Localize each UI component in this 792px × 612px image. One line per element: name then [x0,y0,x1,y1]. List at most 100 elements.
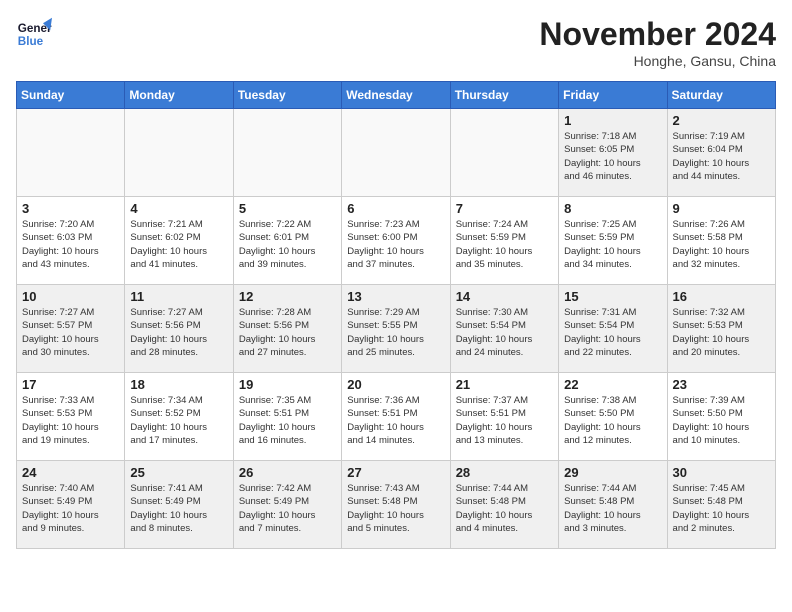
day-info: Sunrise: 7:43 AM Sunset: 5:48 PM Dayligh… [347,482,444,535]
day-number: 15 [564,289,661,304]
day-info: Sunrise: 7:23 AM Sunset: 6:00 PM Dayligh… [347,218,444,271]
day-number: 29 [564,465,661,480]
day-cell: 9 Sunrise: 7:26 AM Sunset: 5:58 PM Daylig… [667,197,775,285]
day-number: 28 [456,465,553,480]
day-cell: 13 Sunrise: 7:29 AM Sunset: 5:55 PM Dayli… [342,285,450,373]
day-number: 13 [347,289,444,304]
day-cell [450,109,558,197]
day-number: 7 [456,201,553,216]
day-cell: 30 Sunrise: 7:45 AM Sunset: 5:48 PM Dayli… [667,461,775,549]
day-cell: 5 Sunrise: 7:22 AM Sunset: 6:01 PM Daylig… [233,197,341,285]
day-cell: 26 Sunrise: 7:42 AM Sunset: 5:49 PM Dayli… [233,461,341,549]
month-title: November 2024 [539,16,776,53]
day-info: Sunrise: 7:27 AM Sunset: 5:56 PM Dayligh… [130,306,227,359]
day-cell: 17 Sunrise: 7:33 AM Sunset: 5:53 PM Dayli… [17,373,125,461]
logo: General Blue [16,16,52,52]
day-cell: 20Sunrise: 7:36 AM Sunset: 5:51 PM Dayli… [342,373,450,461]
day-info: Sunrise: 7:27 AM Sunset: 5:57 PM Dayligh… [22,306,119,359]
day-number: 25 [130,465,227,480]
day-cell: 29 Sunrise: 7:44 AM Sunset: 5:48 PM Dayli… [559,461,667,549]
day-info: Sunrise: 7:42 AM Sunset: 5:49 PM Dayligh… [239,482,336,535]
day-number: 10 [22,289,119,304]
day-cell: 27Sunrise: 7:43 AM Sunset: 5:48 PM Dayli… [342,461,450,549]
day-cell: 12Sunrise: 7:28 AM Sunset: 5:56 PM Dayli… [233,285,341,373]
day-cell: 7 Sunrise: 7:24 AM Sunset: 5:59 PM Daylig… [450,197,558,285]
day-cell [233,109,341,197]
day-cell [17,109,125,197]
week-row-3: 10 Sunrise: 7:27 AM Sunset: 5:57 PM Dayli… [17,285,776,373]
column-header-wednesday: Wednesday [342,82,450,109]
day-number: 16 [673,289,770,304]
week-row-4: 17 Sunrise: 7:33 AM Sunset: 5:53 PM Dayli… [17,373,776,461]
day-info: Sunrise: 7:30 AM Sunset: 5:54 PM Dayligh… [456,306,553,359]
day-info: Sunrise: 7:31 AM Sunset: 5:54 PM Dayligh… [564,306,661,359]
day-number: 9 [673,201,770,216]
svg-text:Blue: Blue [18,35,44,48]
day-cell: 21 Sunrise: 7:37 AM Sunset: 5:51 PM Dayli… [450,373,558,461]
day-cell: 11 Sunrise: 7:27 AM Sunset: 5:56 PM Dayli… [125,285,233,373]
day-number: 8 [564,201,661,216]
day-number: 2 [673,113,770,128]
day-cell: 2 Sunrise: 7:19 AM Sunset: 6:04 PM Daylig… [667,109,775,197]
day-info: Sunrise: 7:21 AM Sunset: 6:02 PM Dayligh… [130,218,227,271]
column-header-sunday: Sunday [17,82,125,109]
day-info: Sunrise: 7:44 AM Sunset: 5:48 PM Dayligh… [564,482,661,535]
day-number: 30 [673,465,770,480]
day-cell: 10 Sunrise: 7:27 AM Sunset: 5:57 PM Dayli… [17,285,125,373]
day-cell: 6 Sunrise: 7:23 AM Sunset: 6:00 PM Daylig… [342,197,450,285]
calendar-table: SundayMondayTuesdayWednesdayThursdayFrid… [16,81,776,549]
day-info: Sunrise: 7:37 AM Sunset: 5:51 PM Dayligh… [456,394,553,447]
day-number: 22 [564,377,661,392]
day-number: 1 [564,113,661,128]
day-number: 23 [673,377,770,392]
location: Honghe, Gansu, China [539,53,776,69]
day-number: 26 [239,465,336,480]
day-info: Sunrise: 7:40 AM Sunset: 5:49 PM Dayligh… [22,482,119,535]
column-header-saturday: Saturday [667,82,775,109]
day-cell: 28Sunrise: 7:44 AM Sunset: 5:48 PM Dayli… [450,461,558,549]
day-number: 5 [239,201,336,216]
day-number: 4 [130,201,227,216]
day-info: Sunrise: 7:41 AM Sunset: 5:49 PM Dayligh… [130,482,227,535]
column-header-monday: Monday [125,82,233,109]
day-number: 11 [130,289,227,304]
day-cell: 14 Sunrise: 7:30 AM Sunset: 5:54 PM Dayli… [450,285,558,373]
day-info: Sunrise: 7:28 AM Sunset: 5:56 PM Dayligh… [239,306,336,359]
day-info: Sunrise: 7:18 AM Sunset: 6:05 PM Dayligh… [564,130,661,183]
day-cell: 19 Sunrise: 7:35 AM Sunset: 5:51 PM Dayli… [233,373,341,461]
day-cell: 24 Sunrise: 7:40 AM Sunset: 5:49 PM Dayli… [17,461,125,549]
day-cell [342,109,450,197]
calendar-header-row: SundayMondayTuesdayWednesdayThursdayFrid… [17,82,776,109]
day-info: Sunrise: 7:33 AM Sunset: 5:53 PM Dayligh… [22,394,119,447]
day-number: 24 [22,465,119,480]
column-header-thursday: Thursday [450,82,558,109]
day-cell: 25 Sunrise: 7:41 AM Sunset: 5:49 PM Dayli… [125,461,233,549]
day-cell: 15 Sunrise: 7:31 AM Sunset: 5:54 PM Dayli… [559,285,667,373]
day-number: 18 [130,377,227,392]
title-block: November 2024 Honghe, Gansu, China [539,16,776,69]
day-info: Sunrise: 7:24 AM Sunset: 5:59 PM Dayligh… [456,218,553,271]
logo-icon: General Blue [16,16,52,52]
day-number: 6 [347,201,444,216]
week-row-2: 3Sunrise: 7:20 AM Sunset: 6:03 PM Daylig… [17,197,776,285]
day-cell: 8Sunrise: 7:25 AM Sunset: 5:59 PM Daylig… [559,197,667,285]
day-number: 21 [456,377,553,392]
day-info: Sunrise: 7:22 AM Sunset: 6:01 PM Dayligh… [239,218,336,271]
day-info: Sunrise: 7:19 AM Sunset: 6:04 PM Dayligh… [673,130,770,183]
day-info: Sunrise: 7:38 AM Sunset: 5:50 PM Dayligh… [564,394,661,447]
column-header-tuesday: Tuesday [233,82,341,109]
day-cell: 3Sunrise: 7:20 AM Sunset: 6:03 PM Daylig… [17,197,125,285]
page-header: General Blue November 2024 Honghe, Gansu… [16,16,776,69]
week-row-5: 24 Sunrise: 7:40 AM Sunset: 5:49 PM Dayli… [17,461,776,549]
day-cell: 23Sunrise: 7:39 AM Sunset: 5:50 PM Dayli… [667,373,775,461]
day-info: Sunrise: 7:29 AM Sunset: 5:55 PM Dayligh… [347,306,444,359]
day-number: 14 [456,289,553,304]
day-number: 19 [239,377,336,392]
day-info: Sunrise: 7:26 AM Sunset: 5:58 PM Dayligh… [673,218,770,271]
day-cell: 22 Sunrise: 7:38 AM Sunset: 5:50 PM Dayli… [559,373,667,461]
day-number: 20 [347,377,444,392]
day-number: 17 [22,377,119,392]
column-header-friday: Friday [559,82,667,109]
day-info: Sunrise: 7:45 AM Sunset: 5:48 PM Dayligh… [673,482,770,535]
day-info: Sunrise: 7:35 AM Sunset: 5:51 PM Dayligh… [239,394,336,447]
